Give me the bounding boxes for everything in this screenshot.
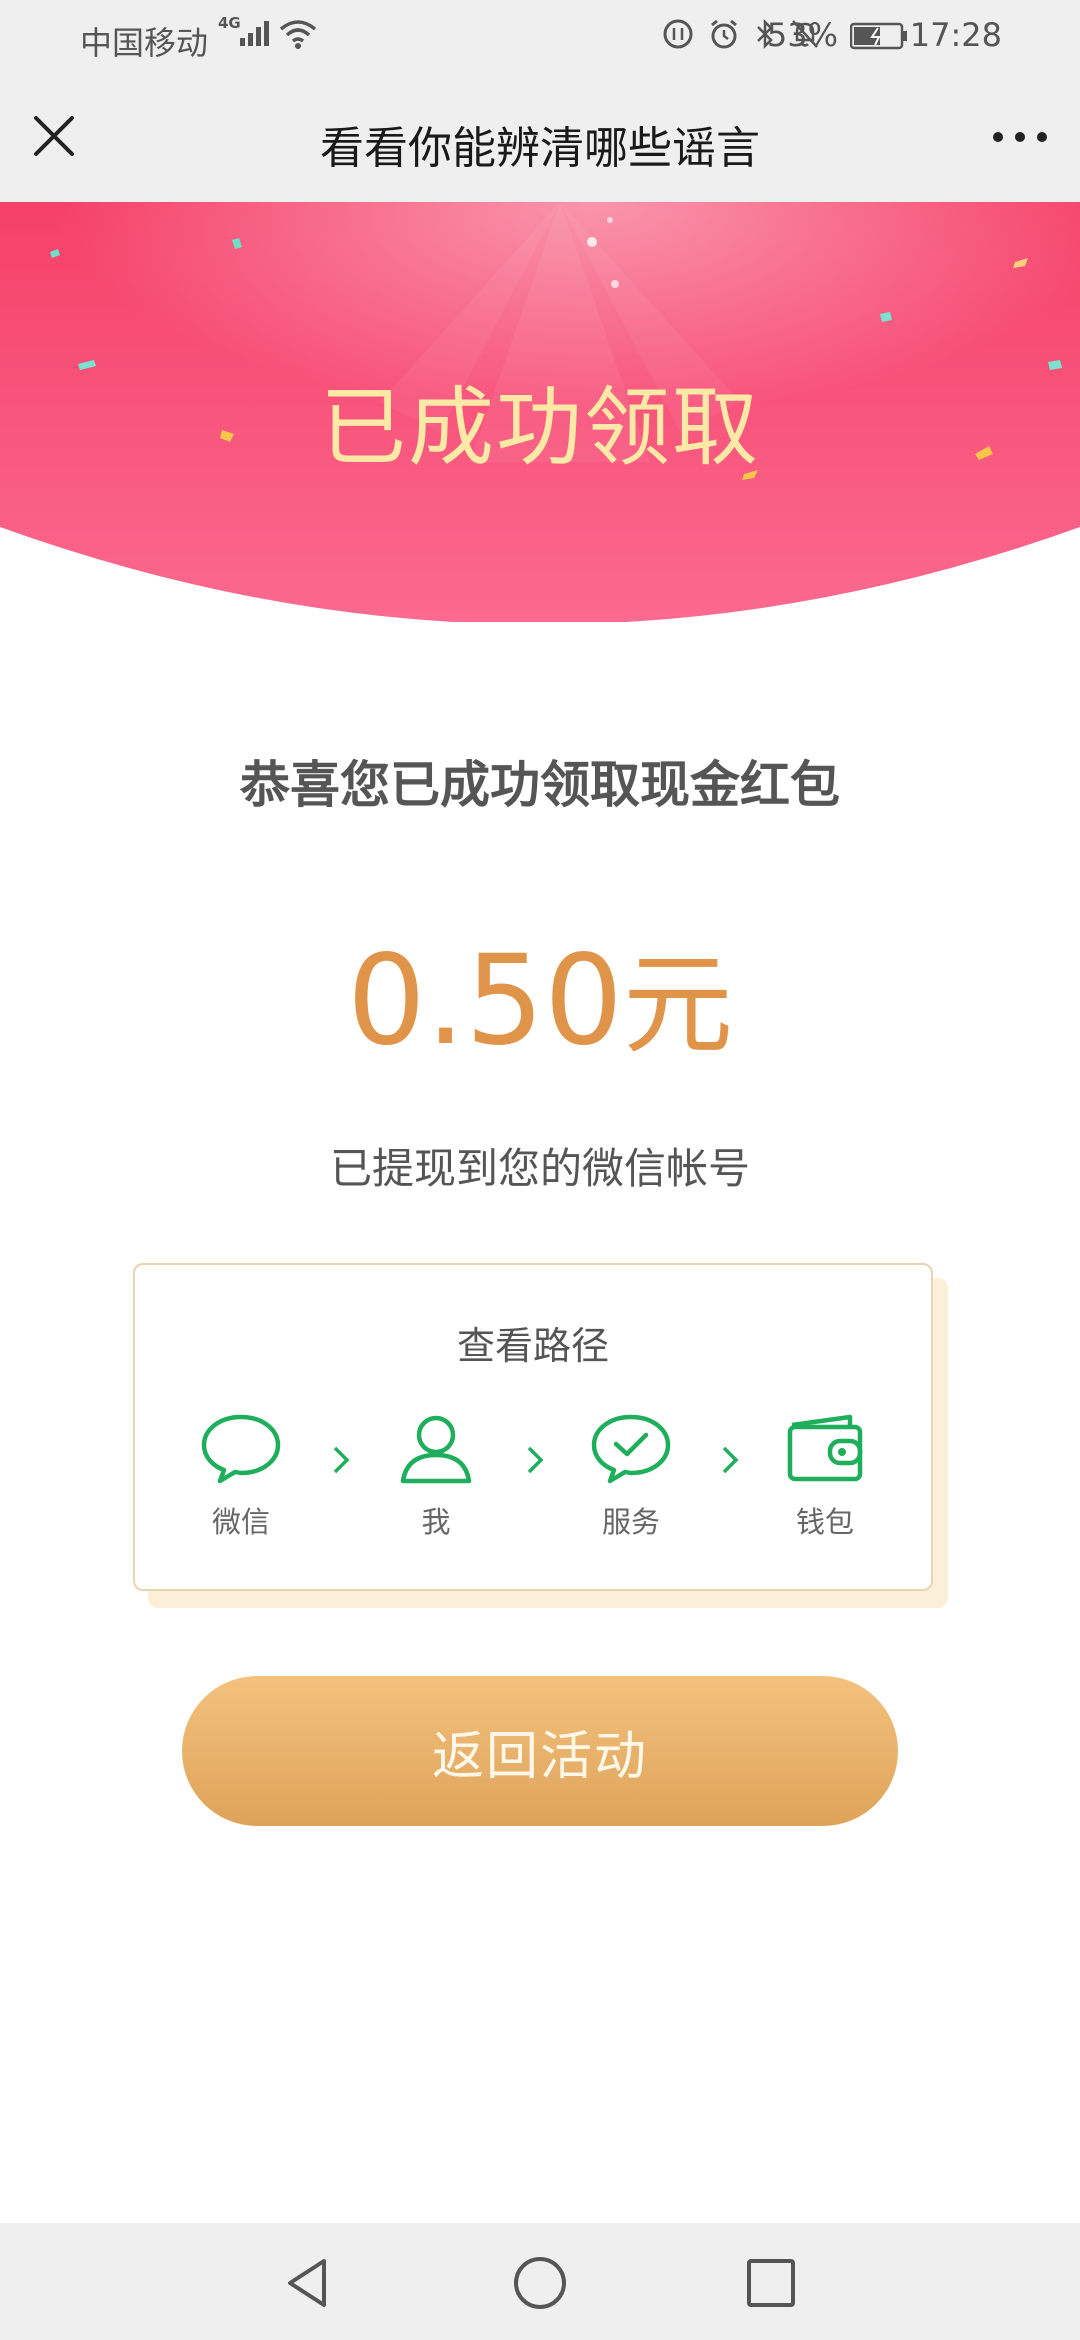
path-step-service: 服务 <box>561 1413 701 1541</box>
title-bar: 看看你能辨清哪些谣言 <box>0 72 1080 202</box>
success-headline: 已成功领取 <box>320 378 760 478</box>
return-to-activity-button[interactable]: 返回活动 <box>182 1676 898 1826</box>
amount-display: 0.50元 <box>0 915 1080 1075</box>
data-saver-icon <box>663 19 693 49</box>
path-step-me: 我 <box>366 1413 506 1541</box>
back-nav-icon[interactable] <box>278 2253 338 2313</box>
chevron-right-icon <box>527 1446 544 1474</box>
clock: 17:28 <box>909 16 1002 54</box>
system-nav-bar <box>0 2223 1080 2340</box>
path-step-label: 服务 <box>601 1505 660 1539</box>
chevron-right-icon <box>333 1446 350 1474</box>
path-card: 查看路径 微信 我 服务 钱包 <box>133 1263 933 1591</box>
path-step-wechat: 微信 <box>171 1413 311 1541</box>
wifi-icon <box>279 20 317 49</box>
home-nav-icon[interactable] <box>510 2253 570 2313</box>
chevron-right-icon <box>722 1446 739 1474</box>
success-banner: 已成功领取 <box>0 202 1080 622</box>
path-card-title: 查看路径 <box>456 1324 609 1368</box>
chat-bubble-icon <box>201 1414 281 1484</box>
user-icon <box>400 1415 472 1484</box>
withdrawn-message: 已提现到您的微信帐号 <box>329 1144 750 1193</box>
wallet-icon <box>787 1414 863 1482</box>
check-bubble-icon <box>591 1414 671 1484</box>
amount-unit: 元 <box>623 941 734 1069</box>
path-step-label: 微信 <box>211 1505 270 1539</box>
battery-percent: 53% <box>766 16 838 54</box>
path-step-label: 我 <box>421 1505 451 1539</box>
amount-value: 0.50 <box>346 929 624 1073</box>
path-step-label: 钱包 <box>795 1505 854 1539</box>
battery-icon <box>850 22 907 50</box>
recents-nav-icon[interactable] <box>741 2253 801 2313</box>
more-icon[interactable] <box>990 122 1050 152</box>
path-step-wallet: 钱包 <box>755 1413 895 1541</box>
congrats-message: 恭喜您已成功领取现金红包 <box>240 756 840 814</box>
page-title: 看看你能辨清哪些谣言 <box>320 123 760 174</box>
alarm-icon <box>711 19 737 49</box>
signal-icon <box>240 21 269 46</box>
status-bar: 中国移动 4G 53% 17:28 <box>0 0 1080 72</box>
carrier-name: 中国移动 <box>80 24 209 62</box>
close-icon[interactable] <box>30 112 78 160</box>
